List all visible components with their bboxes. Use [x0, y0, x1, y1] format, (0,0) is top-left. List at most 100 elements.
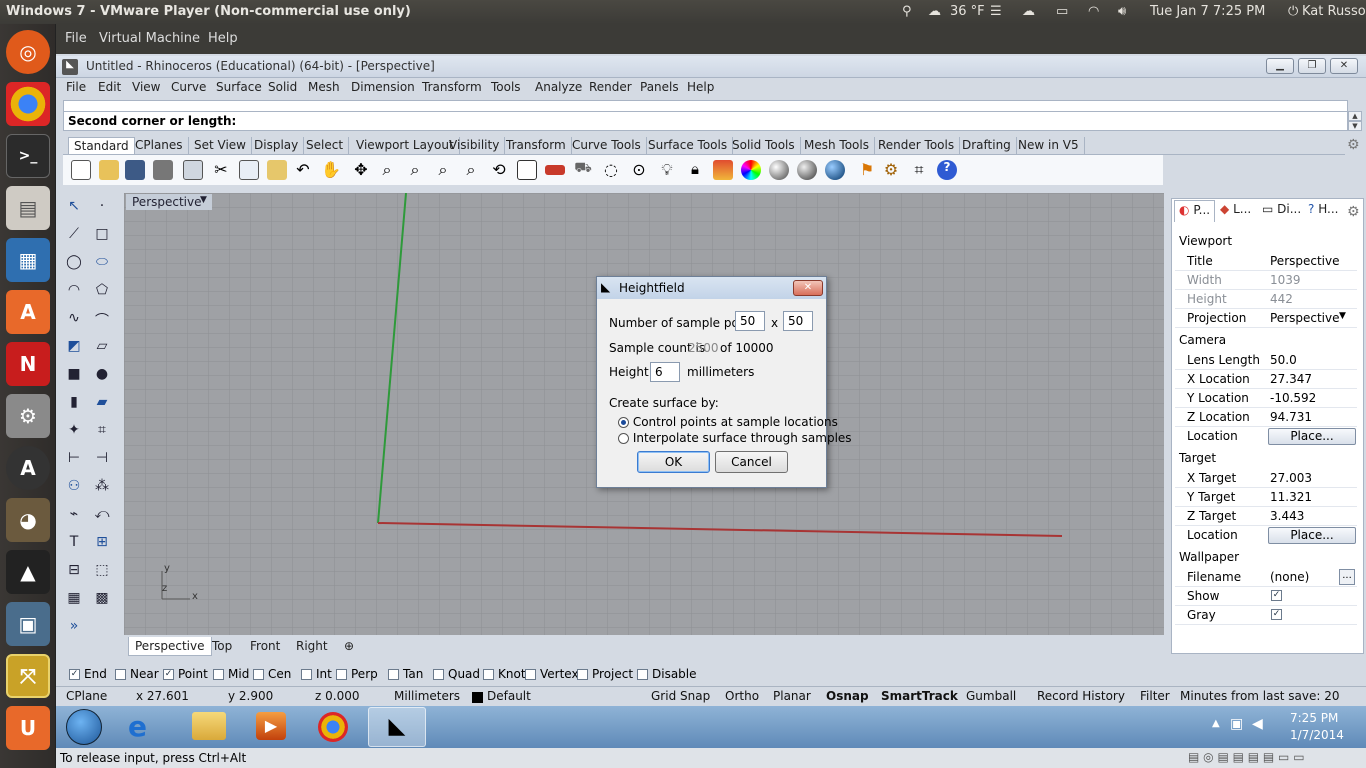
height-input[interactable]: 6	[650, 362, 680, 382]
accessibility-icon[interactable]: ⚲	[902, 4, 912, 19]
clock[interactable]: Tue Jan 7 7:25 PM	[1150, 4, 1265, 19]
radio-interpolate[interactable]	[618, 433, 629, 444]
toggle-osnap[interactable]: Osnap	[826, 689, 869, 703]
prop-title-value[interactable]: Perspective	[1270, 254, 1340, 268]
save-icon[interactable]	[125, 160, 145, 180]
menu-transform[interactable]: Transform	[422, 80, 482, 94]
polyline-icon[interactable]: ⟋	[64, 226, 84, 246]
polygon-icon[interactable]: ⬠	[92, 282, 112, 302]
ubuntu-dash-icon[interactable]: ◎	[6, 30, 50, 74]
menu-render[interactable]: Render	[589, 80, 632, 94]
undo-view-icon[interactable]: ⟲	[489, 160, 509, 180]
osnap-mid[interactable]: Mid	[213, 667, 249, 681]
tab-curve-tools[interactable]: Curve Tools	[567, 137, 647, 154]
battery-icon[interactable]: ▭	[1056, 4, 1068, 19]
minimize-button[interactable]: ▁	[1266, 58, 1294, 74]
vtab-front[interactable]: Front	[244, 637, 286, 656]
vm-menu-virtual-machine[interactable]: Virtual Machine	[99, 31, 200, 46]
menu-help[interactable]: Help	[687, 80, 714, 94]
menu-curve[interactable]: Curve	[171, 80, 206, 94]
panel-tab-help[interactable]: ? H...	[1304, 200, 1342, 222]
option-interpolate[interactable]: Interpolate surface through samples	[618, 431, 852, 445]
lock-icon[interactable]: 🔒︎	[685, 160, 705, 180]
osnap-project-checkbox[interactable]	[577, 668, 588, 680]
fillet-edge-icon[interactable]: ⌁	[64, 506, 84, 526]
files-icon[interactable]: ▤	[6, 186, 50, 230]
tab-solid-tools[interactable]: Solid Tools	[727, 137, 801, 154]
vm-devices-icons[interactable]: ▤ ◎ ▤ ▤ ▤ ▤ ▭ ▭	[1188, 750, 1305, 764]
tab-surface-tools[interactable]: Surface Tools	[643, 137, 734, 154]
menu-tools[interactable]: Tools	[491, 80, 521, 94]
open-icon[interactable]	[99, 160, 119, 180]
render-mesh-icon[interactable]: ▦	[64, 590, 84, 610]
vm-menu-help[interactable]: Help	[208, 31, 238, 46]
select-icon[interactable]: ◌	[601, 160, 621, 180]
osnap-tan-checkbox[interactable]	[388, 668, 399, 680]
grid-view-icon[interactable]: ▩	[92, 590, 112, 610]
menu-panels[interactable]: Panels	[640, 80, 679, 94]
menu-view[interactable]: View	[132, 80, 160, 94]
add-viewport-icon[interactable]: ⊕	[338, 637, 360, 656]
target-place-button[interactable]: Place...	[1268, 527, 1356, 544]
help-icon[interactable]: ?	[937, 160, 957, 180]
tray-expand-icon[interactable]: ▲	[1212, 718, 1220, 729]
toggle-ortho[interactable]: Ortho	[725, 689, 759, 703]
snap-icon[interactable]: ⌗	[909, 160, 929, 180]
status-layer[interactable]: Default	[487, 689, 531, 703]
samples-y-input[interactable]: 50	[783, 311, 813, 331]
boolean-icon[interactable]: ✦	[64, 422, 84, 442]
layer-color-swatch[interactable]	[472, 692, 483, 703]
tab-set-view[interactable]: Set View	[189, 137, 252, 154]
light-icon[interactable]: 💡︎	[657, 160, 677, 180]
osnap-disable[interactable]: Disable	[637, 667, 697, 681]
toggle-filter[interactable]: Filter	[1140, 689, 1170, 703]
zoom-window-icon[interactable]: ⌕	[405, 160, 425, 180]
prop-y-target-value[interactable]: 11.321	[1270, 490, 1312, 504]
osnap-disable-checkbox[interactable]	[637, 668, 648, 680]
vtab-top[interactable]: Top	[206, 637, 238, 656]
toggle-gumball[interactable]: Gumball	[966, 689, 1016, 703]
vmware-icon[interactable]: ⤧	[6, 654, 50, 698]
osnap-end[interactable]: ✓ End	[69, 667, 107, 681]
show-checkbox[interactable]: ✓	[1271, 590, 1282, 601]
osnap-tan[interactable]: Tan	[388, 667, 423, 681]
trim-icon[interactable]: ⊣	[92, 450, 112, 470]
osnap-perp-checkbox[interactable]	[336, 668, 347, 680]
plane-icon[interactable]: ▰	[92, 394, 112, 414]
new-icon[interactable]	[71, 160, 91, 180]
toggle-grid-snap[interactable]: Grid Snap	[651, 689, 710, 703]
menu-mesh[interactable]: Mesh	[308, 80, 340, 94]
inkscape-icon[interactable]: ▲	[6, 550, 50, 594]
status-cplane[interactable]: CPlane	[66, 689, 107, 703]
panel-tab-display[interactable]: ▭ Di...	[1258, 200, 1305, 222]
undo-icon[interactable]: ↶	[293, 160, 313, 180]
samples-x-input[interactable]: 50	[735, 311, 765, 331]
taskbar-date[interactable]: 1/7/2014	[1290, 728, 1344, 742]
dimension-icon[interactable]: ⌗	[92, 422, 112, 442]
terminal-icon[interactable]: >_	[6, 134, 50, 178]
offset-icon[interactable]: ⤺	[92, 506, 112, 526]
osnap-point-checkbox[interactable]: ✓	[163, 668, 174, 680]
extrude-icon[interactable]: ▱	[92, 338, 112, 358]
group-icon[interactable]: ⚇	[64, 478, 84, 498]
point-icon[interactable]: ⊙	[629, 160, 649, 180]
gimp-icon[interactable]: ◕	[6, 498, 50, 542]
tab-transform[interactable]: Transform	[501, 137, 572, 154]
browse-button[interactable]: ...	[1339, 569, 1355, 585]
arc-icon[interactable]: ◠	[64, 282, 84, 302]
internet-explorer-icon[interactable]: e	[128, 710, 147, 743]
prop-projection-value[interactable]: Perspective	[1270, 311, 1340, 325]
osnap-mid-checkbox[interactable]	[213, 668, 224, 680]
osnap-near[interactable]: Near	[115, 667, 159, 681]
menu-analyze[interactable]: Analyze	[535, 80, 582, 94]
cut-icon[interactable]: ✂	[211, 160, 231, 180]
menu-indicator-icon[interactable]: ☰	[990, 4, 1002, 19]
command-line[interactable]: Second corner or length:	[63, 111, 1348, 131]
cylinder-icon[interactable]: ▮	[64, 394, 84, 414]
vtab-right[interactable]: Right	[290, 637, 334, 656]
toggle-planar[interactable]: Planar	[773, 689, 811, 703]
ellipse-icon[interactable]: ⬭	[92, 254, 112, 274]
rendered-icon[interactable]	[797, 160, 817, 180]
chevron-down-icon[interactable]: ▼	[200, 195, 207, 205]
pan-icon[interactable]: ✋	[321, 160, 341, 180]
